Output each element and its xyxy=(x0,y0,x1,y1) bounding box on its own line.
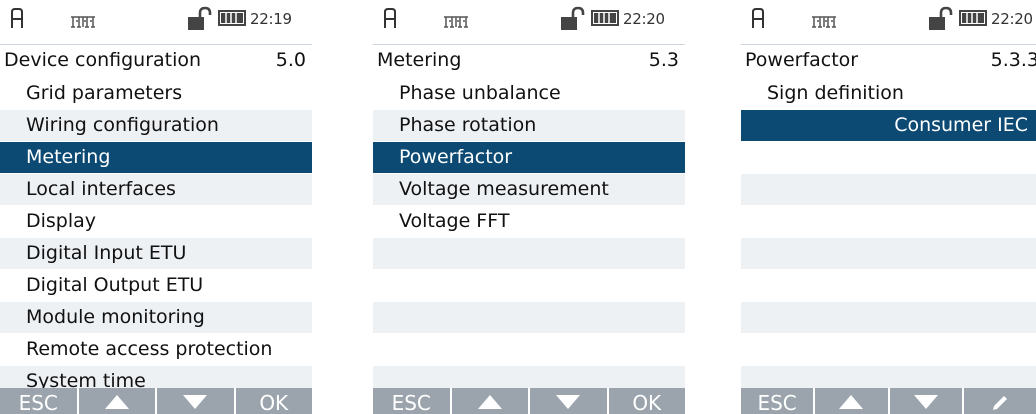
clock: 22:20 xyxy=(623,10,665,28)
down-arrow-icon xyxy=(183,395,208,409)
menu-item-wiring-configuration[interactable]: Wiring configuration xyxy=(0,109,312,141)
down-button[interactable] xyxy=(155,388,234,414)
esc-button[interactable]: ESC xyxy=(0,388,77,414)
empty-row xyxy=(741,301,1036,333)
ok-button[interactable]: OK xyxy=(233,388,313,414)
down-arrow-icon xyxy=(556,395,581,409)
empty-row xyxy=(741,205,1036,237)
down-button[interactable] xyxy=(528,388,607,414)
status-bar: 22:20 xyxy=(741,0,1036,44)
battery-icon xyxy=(591,10,619,30)
up-arrow-icon xyxy=(839,395,864,409)
network-icon xyxy=(443,14,469,33)
empty-row xyxy=(741,333,1036,365)
up-button[interactable] xyxy=(813,388,887,414)
down-arrow-icon xyxy=(913,395,938,409)
setting-label-sign-definition: Sign definition xyxy=(741,77,1036,109)
menu-header: Device configuration 5.0 xyxy=(0,44,312,77)
menu-title: Metering xyxy=(377,49,462,71)
softkey-bar: ESC OK xyxy=(373,388,685,414)
powerfactor-screen: 22:20 Powerfactor 5.3.3 Sign definition … xyxy=(741,0,1036,414)
menu-item-local-interfaces[interactable]: Local interfaces xyxy=(0,173,312,205)
ok-button[interactable]: OK xyxy=(606,388,686,414)
esc-button[interactable]: ESC xyxy=(373,388,450,414)
up-arrow-icon xyxy=(104,395,129,409)
menu-header: Metering 5.3 xyxy=(373,44,685,77)
empty-row xyxy=(741,269,1036,301)
unlocked-icon xyxy=(559,6,585,36)
menu-section-number: 5.3.3 xyxy=(990,49,1036,71)
menu-item-digital-input-etu[interactable]: Digital Input ETU xyxy=(0,237,312,269)
softkey-bar: ESC OK xyxy=(0,388,312,414)
menu-item-powerfactor[interactable]: Powerfactor xyxy=(373,141,685,173)
clock: 22:19 xyxy=(250,10,292,28)
empty-row xyxy=(741,173,1036,205)
menu-item-digital-output-etu[interactable]: Digital Output ETU xyxy=(0,269,312,301)
empty-row xyxy=(373,333,685,365)
clock: 22:20 xyxy=(991,10,1033,28)
empty-row xyxy=(373,237,685,269)
up-button[interactable] xyxy=(449,388,529,414)
language-a-icon xyxy=(10,7,24,33)
menu-title: Device configuration xyxy=(4,49,202,71)
empty-row xyxy=(741,237,1036,269)
setting-value-sign-definition[interactable]: Consumer IEC xyxy=(741,109,1036,141)
menu-item-grid-parameters[interactable]: Grid parameters xyxy=(0,77,312,109)
device-configuration-screen: 22:19 Device configuration 5.0 Grid para… xyxy=(0,0,312,414)
softkey-bar: ESC xyxy=(741,388,1036,414)
empty-row xyxy=(373,269,685,301)
metering-screen: 22:20 Metering 5.3 Phase unbalance Phase… xyxy=(373,0,685,414)
menu-item-voltage-measurement[interactable]: Voltage measurement xyxy=(373,173,685,205)
esc-button[interactable]: ESC xyxy=(741,388,813,414)
unlocked-icon xyxy=(927,6,953,36)
status-bar: 22:19 xyxy=(0,0,312,44)
edit-button[interactable] xyxy=(961,388,1036,414)
up-arrow-icon xyxy=(477,395,502,409)
empty-row xyxy=(373,301,685,333)
status-bar: 22:20 xyxy=(373,0,685,44)
up-button[interactable] xyxy=(76,388,156,414)
menu-item-phase-unbalance[interactable]: Phase unbalance xyxy=(373,77,685,109)
battery-icon xyxy=(218,10,246,30)
language-a-icon xyxy=(383,7,397,33)
menu-header: Powerfactor 5.3.3 xyxy=(741,44,1036,77)
menu-item-phase-rotation[interactable]: Phase rotation xyxy=(373,109,685,141)
network-icon xyxy=(70,14,96,33)
menu-title: Powerfactor xyxy=(745,49,859,71)
menu-item-metering[interactable]: Metering xyxy=(0,141,312,173)
menu-item-module-monitoring[interactable]: Module monitoring xyxy=(0,301,312,333)
battery-icon xyxy=(959,10,987,30)
menu-item-voltage-fft[interactable]: Voltage FFT xyxy=(373,205,685,237)
menu-item-display[interactable]: Display xyxy=(0,205,312,237)
network-icon xyxy=(811,14,837,33)
empty-row xyxy=(741,141,1036,173)
setting-list: Sign definition Consumer IEC xyxy=(741,77,1036,397)
menu-item-remote-access-protection[interactable]: Remote access protection xyxy=(0,333,312,365)
unlocked-icon xyxy=(186,6,212,36)
down-button[interactable] xyxy=(887,388,962,414)
menu-list: Grid parameters Wiring configuration Met… xyxy=(0,77,312,397)
menu-section-number: 5.3 xyxy=(648,49,679,71)
menu-list: Phase unbalance Phase rotation Powerfact… xyxy=(373,77,685,397)
menu-section-number: 5.0 xyxy=(275,49,306,71)
language-a-icon xyxy=(751,7,765,33)
pencil-icon xyxy=(992,396,1007,410)
